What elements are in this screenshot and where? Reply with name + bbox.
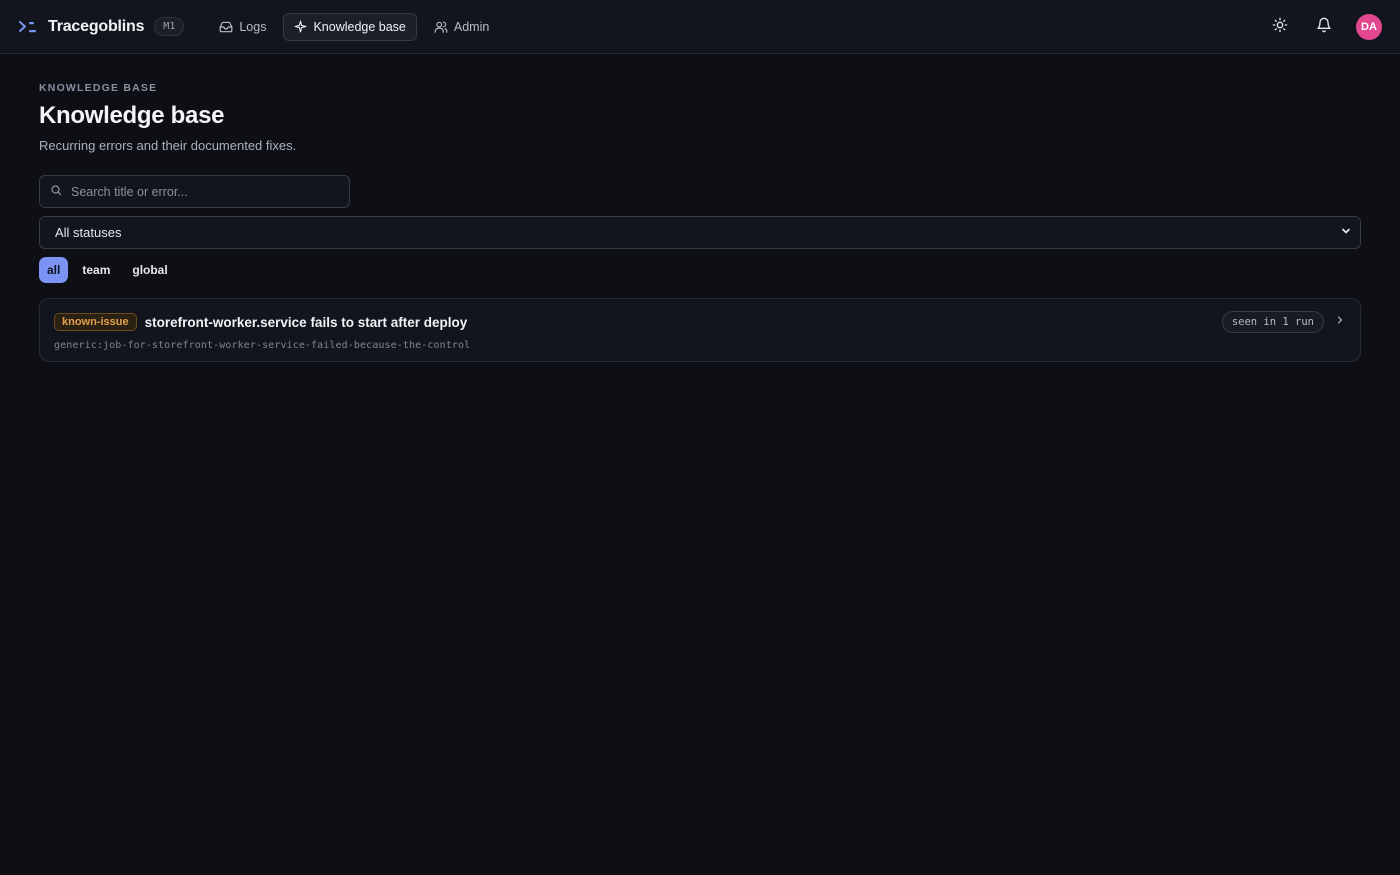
sun-icon (1272, 17, 1288, 38)
header-actions: DA (1268, 0, 1382, 54)
notifications-button[interactable] (1312, 15, 1336, 39)
search-icon (50, 183, 62, 201)
users-icon (434, 20, 448, 34)
tab-global[interactable]: global (124, 257, 175, 283)
status-filter-select[interactable]: All statuses (39, 216, 1361, 249)
nav-item-label: Logs (239, 19, 267, 34)
nav-item-knowledge-base[interactable]: Knowledge base (283, 12, 417, 41)
status-badge: known-issue (54, 313, 137, 331)
status-filter-value: All statuses (55, 225, 122, 240)
bell-icon (1316, 17, 1332, 38)
page-subtitle: Recurring errors and their documented fi… (39, 138, 297, 153)
scope-tabs: all team global (39, 257, 1361, 283)
entry-header: known-issue storefront-worker.service fa… (54, 313, 1346, 331)
avatar[interactable]: DA (1356, 14, 1382, 40)
chevron-down-icon (1340, 225, 1352, 240)
tab-all[interactable]: all (39, 257, 69, 283)
inbox-icon (219, 20, 233, 34)
sparkle-icon (294, 20, 307, 33)
chevron-right-icon[interactable] (1334, 313, 1346, 331)
app-name: Tracegoblins (48, 17, 145, 35)
nav-item-logs[interactable]: Logs (208, 13, 277, 41)
main-nav: Logs Knowledge base Admin (208, 12, 500, 41)
page-title: Knowledge base (39, 102, 225, 129)
version-badge: M1 (154, 17, 185, 36)
terminal-prompt-icon (18, 17, 38, 37)
nav-item-label: Admin (453, 19, 490, 34)
main-content: KNOWLEDGE BASE Knowledge base Recurring … (0, 54, 1400, 362)
knowledge-entry-card[interactable]: known-issue storefront-worker.service fa… (39, 298, 1361, 362)
top-bar: Tracegoblins M1 Logs Knowledge base Admi… (0, 0, 1400, 54)
nav-item-label: Knowledge base (313, 19, 406, 34)
entry-signature: generic:job-for-storefront-worker-servic… (54, 340, 471, 351)
page-eyebrow: KNOWLEDGE BASE (39, 82, 158, 94)
brand[interactable]: Tracegoblins M1 (18, 17, 185, 37)
tab-team[interactable]: team (74, 257, 118, 283)
theme-toggle-button[interactable] (1268, 15, 1292, 39)
search-box[interactable] (39, 175, 350, 208)
search-input[interactable] (71, 184, 339, 199)
entry-title: storefront-worker.service fails to start… (144, 314, 468, 330)
entry-meta: seen in 1 run (1221, 311, 1346, 333)
seen-count-badge: seen in 1 run (1221, 311, 1324, 333)
nav-item-admin[interactable]: Admin (423, 13, 500, 41)
